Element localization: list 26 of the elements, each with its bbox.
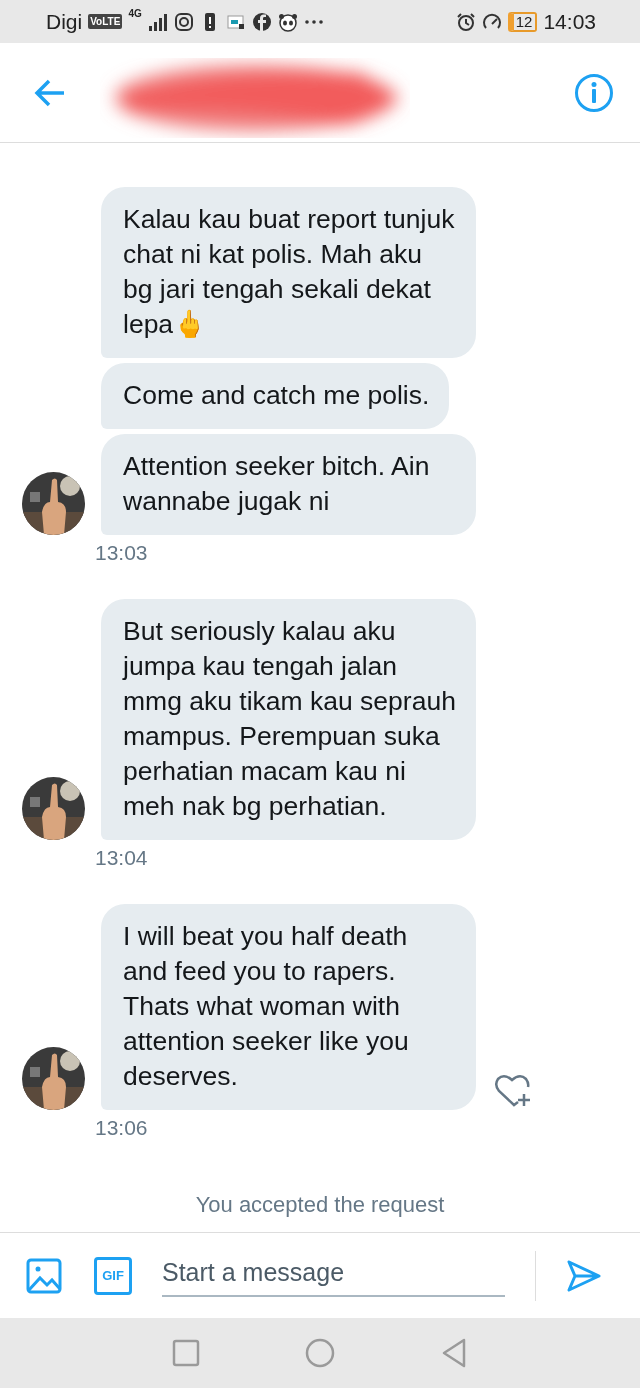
message-time: 13:04 — [95, 846, 149, 870]
message-bubble: Attention seeker bitch. Ain wannabe jugak ni — [101, 434, 476, 535]
gif-button[interactable]: GIF — [94, 1256, 132, 1295]
facebook-icon — [251, 11, 272, 32]
message-input[interactable]: Start a message — [162, 1254, 505, 1297]
message-bubble: But seriously kalau aku jumpa kau tengah jalan mmg aku tikam kau seprauh mampus. Perempuan suka perhatian macam kau ni meh nak bg perhatian. — [101, 599, 476, 840]
network-type: 4G — [128, 8, 142, 19]
image-icon[interactable] — [26, 1257, 62, 1294]
more-icon — [303, 18, 324, 25]
info-icon[interactable] — [574, 72, 614, 113]
home-icon[interactable] — [303, 1336, 337, 1370]
volte-badge: VoLTE — [88, 14, 123, 29]
panda-icon — [277, 11, 298, 32]
message-bubble: Kalau kau buat report tunjuk chat ni kat polis. Mah aku bg jari tengah sekali dekat lepa🖕 — [101, 187, 476, 358]
battery-indicator: 12 — [507, 11, 538, 32]
carrier-name: Digi — [46, 9, 83, 34]
message-bubble: Come and catch me polis. — [101, 363, 450, 429]
request-notice: You accepted the request — [194, 1192, 446, 1218]
message-bubble: I will beat you half death and feed you to rapers. Thats what woman with attention seeker like you deserves. — [101, 904, 476, 1110]
message-time: 13:06 — [95, 1116, 149, 1140]
signal-icon — [147, 11, 168, 32]
camera-icon — [173, 11, 194, 32]
message-time: 13:03 — [95, 541, 149, 565]
clock-time: 14:03 — [543, 9, 596, 34]
alarm-icon — [455, 11, 476, 32]
back-arrow-icon[interactable] — [34, 78, 66, 107]
